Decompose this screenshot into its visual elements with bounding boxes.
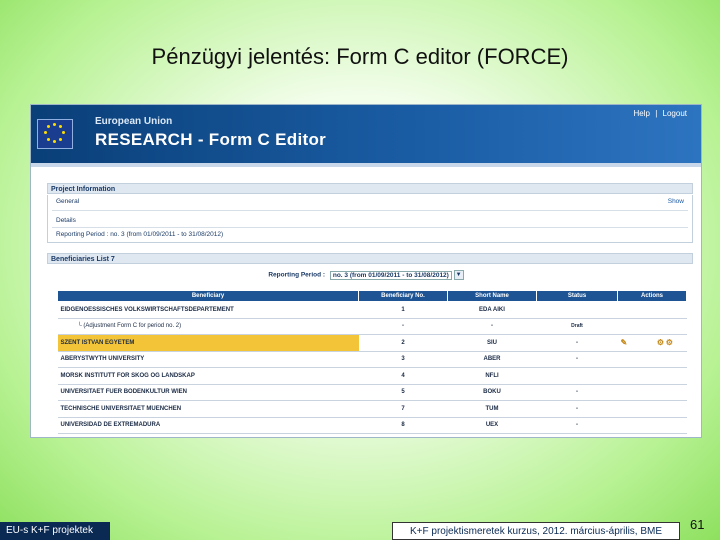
beneficiary-no: 3	[358, 351, 448, 368]
beneficiary-no: 5	[358, 384, 448, 401]
beneficiary-no: 1	[358, 301, 448, 319]
table-row[interactable]: TECHNISCHE UNIVERSITAET MUENCHEN 7 TUM -	[57, 400, 687, 418]
status: -	[536, 351, 618, 368]
actions-cell	[617, 384, 687, 401]
app-banner: European Union RESEARCH - Form C Editor …	[31, 105, 701, 163]
status: -	[536, 334, 618, 352]
project-info-header: Project Information	[47, 183, 693, 194]
period-selector-row: Reporting Period : no. 3 (from 01/09/201…	[31, 270, 701, 280]
beneficiary-no: 8	[358, 417, 448, 434]
table-row[interactable]: EIDGENOESSISCHES VOLKSWIRTSCHAFTSDEPARTE…	[57, 301, 687, 319]
details-label: Details	[56, 217, 76, 224]
period-select[interactable]: no. 3 (from 01/09/2011 - to 31/08/2012)	[329, 270, 452, 280]
reporting-period-text: Reporting Period : no. 3 (from 01/09/201…	[56, 231, 224, 238]
short-name: NFLI	[447, 367, 537, 385]
status: -	[536, 384, 618, 401]
show-link[interactable]: Show	[668, 198, 684, 205]
gear-icon[interactable]: ⚙	[666, 338, 673, 347]
short-name: -	[447, 318, 537, 335]
banner-subtitle: European Union	[95, 116, 173, 127]
slide-title: Pénzügyi jelentés: Form C editor (FORCE)	[151, 44, 569, 69]
beneficiaries-header-label: Beneficiaries List	[51, 256, 109, 263]
short-name: ABER	[447, 351, 537, 368]
beneficiary-name[interactable]: ABERYSTWYTH UNIVERSITY	[57, 351, 359, 368]
footer-course-label: EU-s K+F projektek	[0, 522, 110, 540]
adjustment-form-link[interactable]: └ (Adjustment Form C for period no. 2)	[57, 318, 359, 335]
actions-cell	[617, 367, 687, 385]
logout-link[interactable]: Logout	[663, 109, 687, 118]
col-header[interactable]: Beneficiary	[57, 290, 359, 302]
beneficiary-name[interactable]: UNIVERSITAET FUER BODENKULTUR WIEN	[57, 384, 359, 401]
table-row[interactable]: ABERYSTWYTH UNIVERSITY 3 ABER -	[57, 351, 687, 368]
beneficiary-name[interactable]: MORSK INSTITUTT FOR SKOG OG LANDSKAP	[57, 367, 359, 385]
beneficiary-no: 2	[358, 334, 448, 352]
project-info-box: General Show Details Reporting Period : …	[47, 195, 693, 243]
beneficiary-name[interactable]: TECHNISCHE UNIVERSITAET MUENCHEN	[57, 400, 359, 418]
short-name: TUM	[447, 400, 537, 418]
actions-cell	[617, 318, 687, 335]
beneficiary-no: 7	[358, 400, 448, 418]
status: -	[536, 417, 618, 434]
col-header[interactable]: Status	[536, 290, 618, 302]
actions-cell	[617, 301, 687, 319]
actions-cell	[617, 351, 687, 368]
gear-icon[interactable]: ⚙	[657, 338, 664, 347]
table-row[interactable]: └ (Adjustment Form C for period no. 2) -…	[57, 318, 687, 335]
col-header[interactable]: Short Name	[447, 290, 537, 302]
actions-cell: ✎ ⚙ ⚙	[617, 334, 687, 352]
chevron-down-icon[interactable]: ▼	[453, 270, 464, 280]
beneficiary-no: 4	[358, 367, 448, 385]
table-row[interactable]: SZENT ISTVAN EGYETEM 2 SIU - ✎ ⚙ ⚙	[57, 334, 687, 352]
divider	[52, 227, 688, 228]
col-header[interactable]: Beneficiary No.	[358, 290, 448, 302]
short-name: UEX	[447, 417, 537, 434]
divider	[52, 210, 688, 211]
status	[536, 301, 618, 319]
top-links: Help | Logout	[631, 109, 687, 118]
app-title: RESEARCH - Form C Editor	[95, 130, 327, 149]
table-row[interactable]: UNIVERSITAET FUER BODENKULTUR WIEN 5 BOK…	[57, 384, 687, 401]
form-c-editor-screenshot: European Union RESEARCH - Form C Editor …	[30, 104, 702, 438]
beneficiary-name[interactable]: EIDGENOESSISCHES VOLKSWIRTSCHAFTSDEPARTE…	[57, 301, 359, 319]
period-label: Reporting Period :	[268, 271, 326, 279]
beneficiary-no: -	[358, 318, 448, 335]
table-row[interactable]: UNIVERSIDAD DE EXTREMADURA 8 UEX -	[57, 417, 687, 434]
footer-course-info: K+F projektismeretek kurzus, 2012. márci…	[392, 522, 680, 540]
beneficiary-name[interactable]: SZENT ISTVAN EGYETEM	[57, 334, 359, 352]
link-separator: |	[655, 109, 658, 118]
edit-icon[interactable]: ✎	[621, 338, 628, 347]
beneficiaries-header: Beneficiaries List 7	[47, 253, 693, 264]
table-row[interactable]: MORSK INSTITUTT FOR SKOG OG LANDSKAP 4 N…	[57, 367, 687, 385]
col-header: Actions	[617, 290, 687, 302]
beneficiaries-table: Beneficiary Beneficiary No. Short Name S…	[57, 290, 687, 434]
status: Draft	[536, 318, 618, 335]
general-link[interactable]: General	[56, 198, 79, 205]
short-name: BOKU	[447, 384, 537, 401]
short-name: SIU	[447, 334, 537, 352]
actions-cell	[617, 417, 687, 434]
eu-flag-icon	[37, 119, 73, 149]
short-name: EDA AIKI	[447, 301, 537, 319]
page-number: 61	[690, 517, 705, 532]
status	[536, 367, 618, 385]
status: -	[536, 400, 618, 418]
beneficiary-name[interactable]: UNIVERSIDAD DE EXTREMADURA	[57, 417, 359, 434]
adjustment-form-label: (Adjustment Form C for period no. 2)	[83, 323, 182, 330]
banner-stripe	[31, 163, 701, 167]
actions-cell	[617, 400, 687, 418]
help-link[interactable]: Help	[634, 109, 650, 118]
